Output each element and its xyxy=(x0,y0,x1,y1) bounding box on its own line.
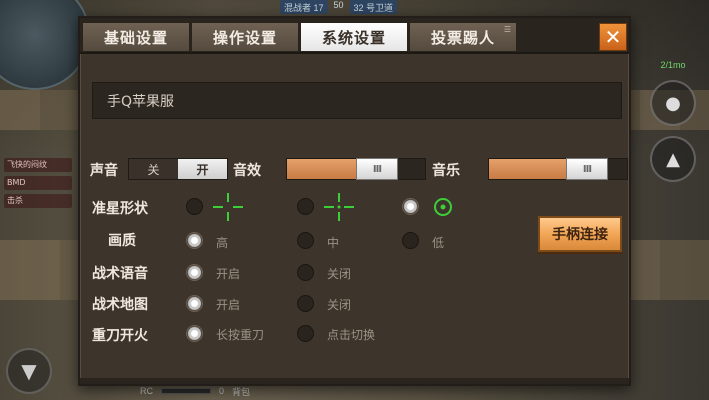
hud-score: 50 xyxy=(333,0,344,10)
crosshair-circle-icon xyxy=(434,198,452,216)
tab-basic-settings[interactable]: 基础设置 xyxy=(82,22,190,52)
hud-green-value: 2/1mo xyxy=(660,60,686,70)
kill-feed-item: 飞快的闷纹 xyxy=(4,158,72,172)
tab-control-settings[interactable]: 操作设置 xyxy=(191,22,299,52)
crosshair-label: 准星形状 xyxy=(92,201,148,217)
sound-on-option[interactable]: 开 xyxy=(178,159,227,179)
voice-radio-off[interactable] xyxy=(297,264,314,281)
voice-radio-on[interactable] xyxy=(186,264,203,281)
gamepad-connect-button[interactable]: 手柄连接 xyxy=(538,216,622,252)
bottom-hud-value: 0 xyxy=(219,386,225,396)
quality-radio-high[interactable] xyxy=(186,232,203,249)
sfx-slider[interactable]: III xyxy=(286,158,426,180)
melee-hold-text: 长按重刀 xyxy=(216,328,265,342)
crosshair-radio-3[interactable] xyxy=(402,198,419,215)
quality-low-text: 低 xyxy=(432,236,445,250)
jump-button[interactable]: ▲ xyxy=(650,136,696,182)
sound-off-option[interactable]: 关 xyxy=(129,159,178,179)
melee-radio-tap[interactable] xyxy=(297,325,314,342)
sound-toggle[interactable]: 关 开 xyxy=(128,158,228,180)
server-name-field: 手Q苹果服 xyxy=(92,82,622,119)
quality-medium-text: 中 xyxy=(327,236,340,250)
kill-feed-item: BMD xyxy=(4,176,72,190)
crouch-icon: ▼ xyxy=(21,359,37,383)
quality-high-text: 高 xyxy=(216,236,229,250)
tab-system-settings[interactable]: 系统设置 xyxy=(300,22,408,52)
kill-feed: 飞快的闷纹 BMD 击杀 xyxy=(4,158,72,208)
crosshair-gap-icon xyxy=(213,193,243,221)
hud-badge: 32 号卫道 xyxy=(349,0,398,14)
tab-vote-kick[interactable]: 投票踢人 ☰ xyxy=(409,22,517,52)
quality-radio-medium[interactable] xyxy=(297,232,314,249)
crouch-button[interactable]: ▼ xyxy=(6,348,52,394)
music-slider-thumb[interactable]: III xyxy=(566,158,608,180)
melee-label: 重刀开火 xyxy=(92,328,148,344)
kill-feed-item: 击杀 xyxy=(4,194,72,208)
panel-bottom-rail xyxy=(80,378,629,384)
crosshair-radio-1[interactable] xyxy=(186,198,203,215)
voice-off-text: 关闭 xyxy=(327,267,352,281)
voice-on-text: 开启 xyxy=(216,267,241,281)
sfx-slider-thumb[interactable]: III xyxy=(356,158,398,180)
bottom-hud: RC 0 背包 xyxy=(140,384,250,398)
map-radio-off[interactable] xyxy=(297,295,314,312)
grenade-icon: ● xyxy=(665,92,681,114)
map-label: 战术地图 xyxy=(92,297,148,313)
melee-radio-hold[interactable] xyxy=(186,325,203,342)
tab-label: 投票踢人 xyxy=(430,28,495,47)
map-radio-on[interactable] xyxy=(186,295,203,312)
bottom-hud-bar xyxy=(161,388,211,394)
tab-label: 基础设置 xyxy=(103,28,168,47)
grenade-button[interactable]: ● xyxy=(650,80,696,126)
music-slider[interactable]: III xyxy=(488,158,628,180)
voice-label: 战术语音 xyxy=(92,266,148,282)
crosshair-radio-2[interactable] xyxy=(297,198,314,215)
close-button[interactable]: ✕ xyxy=(599,23,627,51)
crosshair-dotted-icon xyxy=(324,193,354,221)
tab-label: 系统设置 xyxy=(321,28,386,47)
close-icon: ✕ xyxy=(604,25,622,49)
settings-panel: 基础设置 操作设置 系统设置 投票踢人 ☰ ✕ 手Q苹果服 声音 关 开 音效 … xyxy=(78,16,631,386)
sfx-label: 音效 xyxy=(233,163,261,179)
sound-label: 声音 xyxy=(90,163,118,179)
jump-icon: ▲ xyxy=(666,148,680,170)
tab-bar: 基础设置 操作设置 系统设置 投票踢人 ☰ ✕ xyxy=(80,18,629,54)
tab-label: 操作设置 xyxy=(212,28,277,47)
melee-tap-text: 点击切换 xyxy=(327,328,376,342)
menu-icon: ☰ xyxy=(503,25,512,34)
bottom-hud-label: RC xyxy=(140,386,153,396)
bottom-hud-tag: 背包 xyxy=(232,386,251,397)
map-off-text: 关闭 xyxy=(327,298,352,312)
music-label: 音乐 xyxy=(432,163,460,179)
hud-mode-text: 混战者 17 xyxy=(280,0,328,14)
map-on-text: 开启 xyxy=(216,298,241,312)
server-name: 手Q苹果服 xyxy=(107,93,175,110)
right-controls: 2/1mo ● ▲ xyxy=(643,60,703,182)
quality-label: 画质 xyxy=(108,233,136,249)
quality-radio-low[interactable] xyxy=(402,232,419,249)
hud-top-bar: 混战者 17 50 32 号卫道 xyxy=(280,0,398,14)
